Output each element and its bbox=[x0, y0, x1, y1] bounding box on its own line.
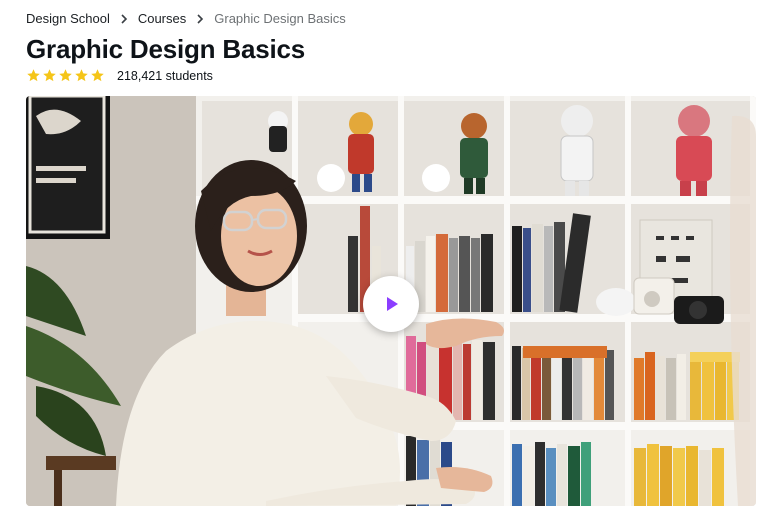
breadcrumb-courses[interactable]: Courses bbox=[138, 11, 186, 26]
star-icon bbox=[74, 68, 89, 83]
play-button[interactable] bbox=[363, 276, 419, 332]
chevron-right-icon bbox=[196, 13, 204, 24]
course-rating: 218,421 students bbox=[26, 68, 213, 83]
breadcrumb-design-school[interactable]: Design School bbox=[26, 11, 110, 26]
star-icon bbox=[58, 68, 73, 83]
star-icon bbox=[90, 68, 105, 83]
breadcrumb: Design School Courses Graphic Design Bas… bbox=[26, 11, 346, 26]
breadcrumb-current-page: Graphic Design Basics bbox=[214, 11, 346, 26]
star-rating bbox=[26, 68, 105, 83]
star-icon bbox=[42, 68, 57, 83]
play-icon bbox=[381, 294, 401, 314]
course-video-player[interactable] bbox=[26, 96, 756, 506]
students-count: 218,421 students bbox=[117, 68, 213, 83]
chevron-right-icon bbox=[120, 13, 128, 24]
star-icon bbox=[26, 68, 41, 83]
page-title: Graphic Design Basics bbox=[26, 34, 306, 64]
